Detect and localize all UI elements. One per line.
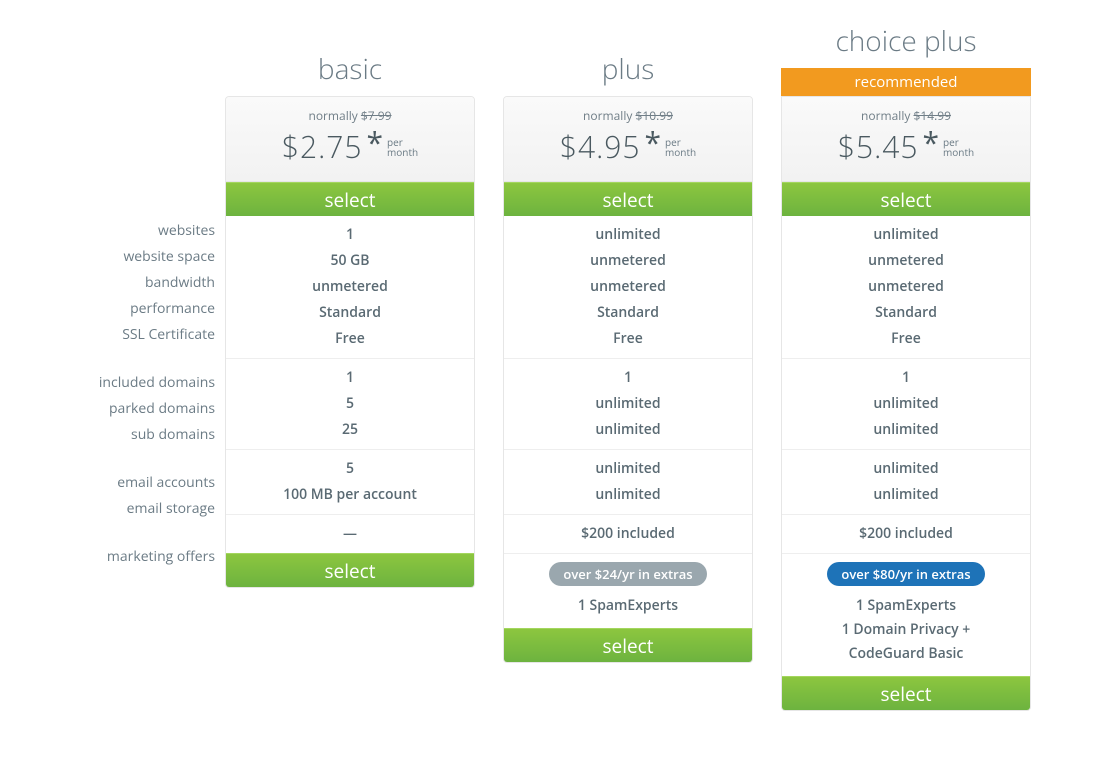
val: unlimited (782, 456, 1030, 482)
val: 1 (782, 365, 1030, 391)
val: unlimited (782, 417, 1030, 443)
plan-title-choice: choice plus (781, 20, 1031, 68)
asterisk-icon: * (367, 122, 384, 163)
extra-item: 1 SpamExperts (504, 594, 752, 618)
asterisk-icon: * (923, 122, 940, 163)
label-ssl: SSL Certificate (50, 322, 225, 348)
val: unlimited (504, 222, 752, 248)
plan-choice-plus: choice plus recommended normally $14.99 … (781, 20, 1031, 711)
val: unmetered (226, 274, 474, 300)
label-email-storage: email storage (50, 496, 225, 522)
price-box-plus: normally $10.99 $4.95 * permonth (504, 97, 752, 182)
val: 1 (226, 222, 474, 248)
val: $200 included (504, 521, 752, 547)
extras-badge-plus: over $24/yr in extras (549, 562, 706, 586)
extra-item: 1 Domain Privacy + (782, 618, 1030, 642)
val: unlimited (504, 482, 752, 508)
val: 50 GB (226, 248, 474, 274)
label-included-domains: included domains (50, 370, 225, 396)
select-button-basic-top[interactable]: select (226, 182, 474, 216)
recommended-ribbon: recommended (781, 68, 1031, 96)
val: unlimited (782, 222, 1030, 248)
val: — (226, 521, 474, 547)
val: unlimited (504, 391, 752, 417)
extra-item: 1 SpamExperts (782, 594, 1030, 618)
val: $200 included (782, 521, 1030, 547)
val: 1 (226, 365, 474, 391)
val: unlimited (504, 417, 752, 443)
select-button-plus-top[interactable]: select (504, 182, 752, 216)
val: unmetered (782, 248, 1030, 274)
val: 25 (226, 417, 474, 443)
val: Free (782, 326, 1030, 352)
label-website-space: website space (50, 244, 225, 270)
val: unmetered (782, 274, 1030, 300)
price-choice: $5.45 (838, 126, 919, 167)
val: unlimited (782, 482, 1030, 508)
select-button-choice-bottom[interactable]: select (782, 676, 1030, 710)
val: Free (226, 326, 474, 352)
plan-basic: basic normally $7.99 $2.75 * permonth se… (225, 20, 475, 711)
per-month: permonth (665, 137, 696, 157)
price-plus: $4.95 (560, 126, 641, 167)
plan-title-basic: basic (225, 48, 475, 96)
val: unmetered (504, 274, 752, 300)
label-performance: performance (50, 296, 225, 322)
label-marketing-offers: marketing offers (50, 544, 225, 570)
val: unmetered (504, 248, 752, 274)
plan-title-plus: plus (503, 48, 753, 96)
select-button-plus-bottom[interactable]: select (504, 628, 752, 662)
val: Standard (782, 300, 1030, 326)
val: unlimited (782, 391, 1030, 417)
val: 100 MB per account (226, 482, 474, 508)
label-sub-domains: sub domains (50, 422, 225, 448)
select-button-basic-bottom[interactable]: select (226, 553, 474, 587)
price-box-choice: normally $14.99 $5.45 * permonth (782, 97, 1030, 182)
label-parked-domains: parked domains (50, 396, 225, 422)
asterisk-icon: * (645, 122, 662, 163)
feature-labels: websites website space bandwidth perform… (50, 20, 225, 576)
val: Standard (226, 300, 474, 326)
price-box-basic: normally $7.99 $2.75 * permonth (226, 97, 474, 182)
per-month: permonth (943, 137, 974, 157)
select-button-choice-top[interactable]: select (782, 182, 1030, 216)
label-bandwidth: bandwidth (50, 270, 225, 296)
normally-label: normally (861, 107, 910, 124)
val: unlimited (504, 456, 752, 482)
normally-label: normally (308, 107, 357, 124)
price-basic: $2.75 (282, 126, 363, 167)
val: Standard (504, 300, 752, 326)
extra-item: CodeGuard Basic (782, 642, 1030, 666)
plan-plus: plus normally $10.99 $4.95 * permonth se… (503, 20, 753, 711)
normally-label: normally (583, 107, 632, 124)
label-websites: websites (50, 218, 225, 244)
val: 5 (226, 391, 474, 417)
extras-badge-choice: over $80/yr in extras (827, 562, 984, 586)
per-month: permonth (387, 137, 418, 157)
val: 1 (504, 365, 752, 391)
val: Free (504, 326, 752, 352)
val: 5 (226, 456, 474, 482)
plans-row: basic normally $7.99 $2.75 * permonth se… (225, 20, 1031, 711)
label-email-accounts: email accounts (50, 470, 225, 496)
pricing-table: websites website space bandwidth perform… (50, 20, 1070, 711)
